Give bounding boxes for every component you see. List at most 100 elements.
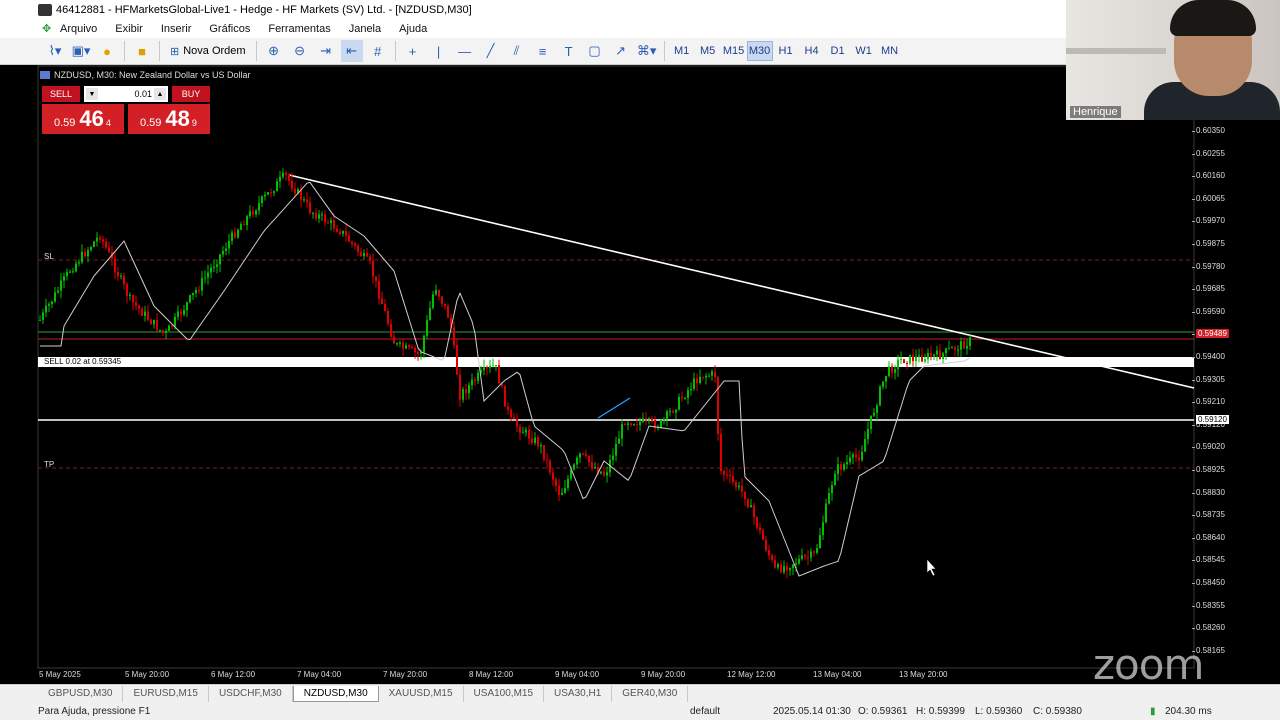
time-tick-label: 9 May 04:00 bbox=[555, 670, 600, 679]
crosshair-icon[interactable]: + bbox=[402, 40, 424, 62]
channel-icon[interactable]: ⫽ bbox=[506, 40, 528, 62]
shapes-icon[interactable]: ⌘▾ bbox=[636, 40, 658, 62]
candle-body bbox=[399, 342, 401, 344]
profiles-icon[interactable]: ▣▾ bbox=[70, 40, 92, 62]
candle-body bbox=[669, 411, 671, 413]
grid-icon[interactable]: # bbox=[367, 40, 389, 62]
time-tick-label: 9 May 20:00 bbox=[641, 670, 686, 679]
app-menu-icon[interactable]: ✥ bbox=[42, 23, 54, 35]
candle-body bbox=[363, 253, 365, 257]
candle-body bbox=[138, 305, 140, 309]
arrow-draw-icon[interactable]: ↗ bbox=[610, 40, 632, 62]
candle-body bbox=[654, 420, 656, 429]
fibonacci-icon[interactable]: ≡ bbox=[532, 40, 554, 62]
rectangle-icon[interactable]: ▢ bbox=[584, 40, 606, 62]
candle-body bbox=[543, 444, 545, 460]
trendline-icon[interactable]: ╱ bbox=[480, 40, 502, 62]
timeframe-m30[interactable]: M30 bbox=[746, 41, 773, 61]
candle-body bbox=[717, 377, 719, 434]
candle-body bbox=[729, 474, 731, 476]
buy-price[interactable]: 0.59 48 9 bbox=[128, 104, 210, 134]
candle-body bbox=[675, 409, 677, 413]
lot-size-input[interactable]: ▼ 0.01 ▲ bbox=[84, 86, 168, 102]
candle-body bbox=[102, 239, 104, 242]
menu-arquivo[interactable]: Arquivo bbox=[60, 23, 97, 35]
chart-tab[interactable]: XAUUSD,M15 bbox=[379, 685, 464, 702]
candle-body bbox=[540, 444, 542, 447]
timeframe-m1[interactable]: M1 bbox=[669, 41, 695, 61]
timeframe-h4[interactable]: H4 bbox=[799, 41, 825, 61]
horizontal-line-icon[interactable]: — bbox=[454, 40, 476, 62]
candle-body bbox=[630, 423, 632, 426]
candle-body bbox=[369, 256, 371, 261]
chart-tab[interactable]: GBPUSD,M30 bbox=[38, 685, 124, 702]
sell-button[interactable]: SELL bbox=[42, 86, 80, 102]
menu-ajuda[interactable]: Ajuda bbox=[399, 23, 427, 35]
chart-tab[interactable]: USA30,H1 bbox=[544, 685, 613, 702]
candle-body bbox=[726, 474, 728, 476]
candle-body bbox=[408, 345, 410, 348]
candle-body bbox=[531, 438, 533, 444]
candle-body bbox=[219, 254, 221, 265]
candle-body bbox=[681, 396, 683, 399]
price-tick-label: 0.58355 bbox=[1192, 600, 1225, 610]
candle-body bbox=[864, 439, 866, 452]
menu-exibir[interactable]: Exibir bbox=[115, 23, 143, 35]
timeframe-h1[interactable]: H1 bbox=[773, 41, 799, 61]
candle-body bbox=[537, 437, 539, 447]
timeframe-m15[interactable]: M15 bbox=[721, 41, 747, 61]
new-order-button[interactable]: ⊞ Nova Ordem bbox=[166, 40, 250, 62]
divider bbox=[394, 41, 396, 61]
menu-janela[interactable]: Janela bbox=[349, 23, 381, 35]
zoom-in-icon[interactable]: ⊕ bbox=[263, 40, 285, 62]
autoscroll-icon[interactable]: ⇥ bbox=[315, 40, 337, 62]
candle-body bbox=[366, 253, 368, 257]
sell-price-prefix: 0.59 bbox=[54, 117, 76, 129]
vertical-line-icon[interactable]: | bbox=[428, 40, 450, 62]
lock-icon[interactable]: ■ bbox=[131, 40, 153, 62]
timeframe-m5[interactable]: M5 bbox=[695, 41, 721, 61]
candle-body bbox=[108, 247, 110, 252]
coin-icon[interactable]: ● bbox=[96, 40, 118, 62]
order-label[interactable]: SELL 0.02 at 0.59345 bbox=[44, 357, 121, 366]
candle-body bbox=[687, 390, 689, 398]
timeframe-mn[interactable]: MN bbox=[877, 41, 903, 61]
candle-body bbox=[339, 231, 341, 234]
candle-body bbox=[453, 327, 455, 346]
candle-body bbox=[75, 263, 77, 272]
timeframe-d1[interactable]: D1 bbox=[825, 41, 851, 61]
candle-body bbox=[855, 454, 857, 458]
chart-tab[interactable]: USDCHF,M30 bbox=[209, 685, 293, 702]
chart-tab[interactable]: USA100,M15 bbox=[464, 685, 545, 702]
zoom-out-icon[interactable]: ⊖ bbox=[289, 40, 311, 62]
sell-price[interactable]: 0.59 46 4 bbox=[42, 104, 124, 134]
menu-inserir[interactable]: Inserir bbox=[161, 23, 192, 35]
candle-body bbox=[810, 551, 812, 558]
buy-button[interactable]: BUY bbox=[172, 86, 210, 102]
chart-tab[interactable]: GER40,M30 bbox=[612, 685, 689, 702]
candle-body bbox=[723, 471, 725, 475]
candle-body bbox=[786, 566, 788, 571]
lot-decrease-icon[interactable]: ▼ bbox=[86, 88, 98, 100]
candle-body bbox=[288, 174, 290, 181]
menu-ferramentas[interactable]: Ferramentas bbox=[268, 23, 330, 35]
lot-increase-icon[interactable]: ▲ bbox=[154, 88, 166, 100]
chart-type-icon[interactable]: ⌇▾ bbox=[44, 40, 66, 62]
chart-shift-icon[interactable]: ⇤ bbox=[340, 40, 363, 62]
chart-tab[interactable]: NZDUSD,M30 bbox=[292, 685, 379, 702]
candle-body bbox=[792, 564, 794, 569]
menu-graficos[interactable]: Gráficos bbox=[209, 23, 250, 35]
candle-body bbox=[168, 325, 170, 331]
candle-body bbox=[348, 235, 350, 242]
buy-price-pips: 48 bbox=[165, 106, 190, 131]
candle-body bbox=[762, 530, 764, 540]
timeframe-w1[interactable]: W1 bbox=[851, 41, 877, 61]
candle-body bbox=[432, 294, 434, 308]
sell-order-zone bbox=[38, 357, 1194, 367]
candle-body bbox=[840, 464, 842, 470]
candle-body bbox=[327, 222, 329, 224]
candle-body bbox=[873, 412, 875, 416]
text-icon[interactable]: T bbox=[558, 40, 580, 62]
candle-body bbox=[342, 230, 344, 234]
chart-tab[interactable]: EURUSD,M15 bbox=[123, 685, 209, 702]
